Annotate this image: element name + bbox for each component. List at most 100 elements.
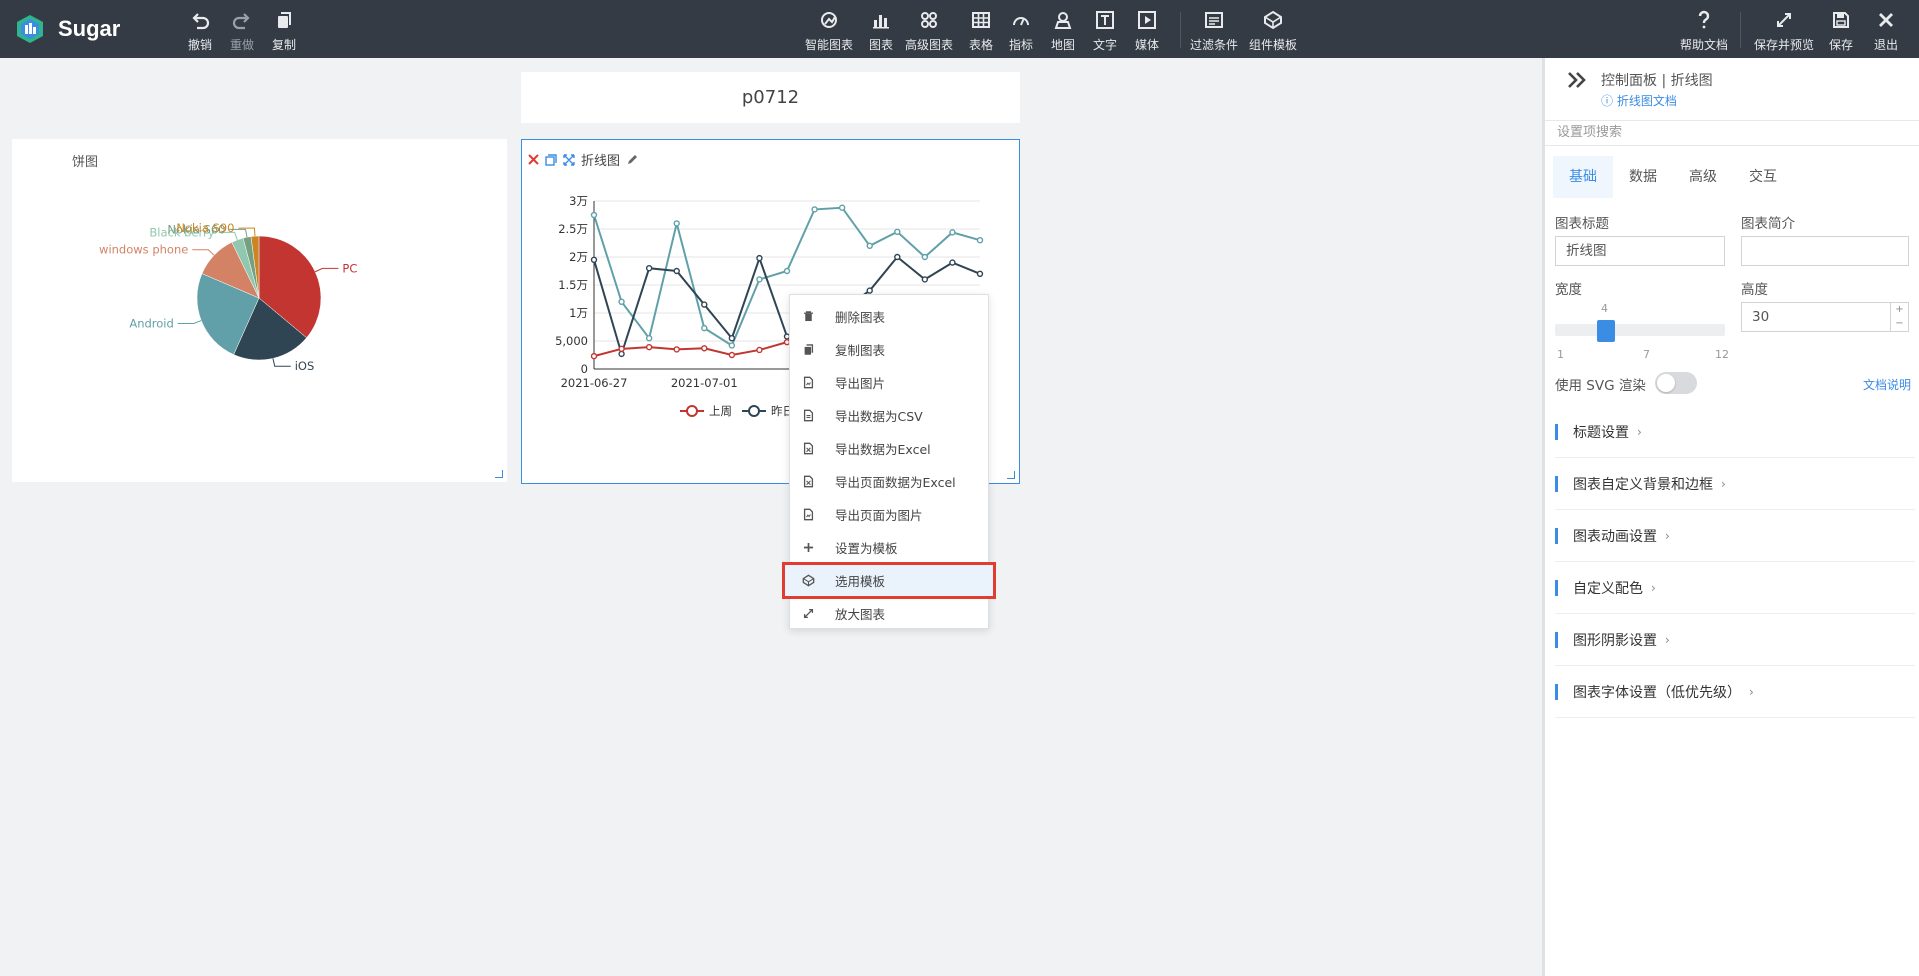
toolbar-save-button[interactable]: 保存 (1829, 10, 1853, 53)
toolbar-copy-button[interactable]: 复制 (272, 10, 296, 53)
line-point[interactable] (618, 350, 625, 358)
app-logo[interactable]: Sugar (14, 13, 120, 45)
line-point[interactable] (783, 267, 791, 275)
line-point[interactable] (976, 236, 984, 244)
toolbar-text-button[interactable]: 文字 (1093, 10, 1117, 53)
line-point[interactable] (811, 206, 818, 213)
legend-item[interactable]: 昨日 (742, 404, 794, 418)
line-point[interactable] (618, 345, 625, 353)
context-menu-item[interactable]: 导出页面数据为Excel (790, 465, 988, 498)
line-point[interactable] (618, 298, 625, 306)
line-point[interactable] (673, 346, 680, 353)
toolbar-bar-chart-button[interactable]: 图表 (869, 10, 893, 53)
context-menu-item[interactable]: 设置为模板 (790, 531, 988, 564)
settings-search-input[interactable]: 设置项搜索 (1545, 120, 1919, 146)
panel-tab[interactable]: 高级 (1673, 156, 1733, 198)
panel-tab[interactable]: 交互 (1733, 156, 1793, 198)
settings-section[interactable]: 标题设置 › (1555, 406, 1915, 458)
line-point[interactable] (645, 264, 653, 272)
toolbar-media-button[interactable]: 媒体 (1135, 10, 1159, 53)
toolbar-smart-chart-button[interactable]: 智能图表 (805, 10, 853, 53)
context-menu-item[interactable]: 导出数据为Excel (790, 432, 988, 465)
toolbar-filter-button[interactable]: 过滤条件 (1190, 10, 1238, 53)
line-point[interactable] (645, 343, 653, 351)
toolbar-help-button[interactable]: 帮助文档 (1680, 10, 1728, 53)
toolbar-expand-button[interactable]: 保存并预览 (1754, 10, 1814, 53)
settings-section[interactable]: 图表自定义背景和边框 › (1555, 458, 1915, 510)
context-menu-item[interactable]: 导出数据为CSV (790, 399, 988, 432)
line-point[interactable] (921, 276, 929, 283)
line-point[interactable] (673, 220, 680, 227)
line-point[interactable] (701, 324, 708, 332)
line-point[interactable] (894, 228, 901, 236)
line-point[interactable] (701, 301, 708, 308)
toolbar-close-button[interactable]: 退出 (1874, 10, 1898, 53)
collapse-panel-icon[interactable] (1565, 68, 1589, 96)
resize-handle[interactable] (495, 470, 503, 478)
context-menu-item[interactable]: 导出页面为图片 (790, 498, 988, 531)
page-title[interactable]: p0712 (521, 72, 1020, 123)
line-point[interactable] (590, 256, 598, 264)
toolbar-advanced-chart-button[interactable]: 高级图表 (905, 10, 953, 53)
line-point[interactable] (756, 276, 763, 283)
line-point[interactable] (756, 254, 763, 262)
redo-icon (232, 10, 252, 36)
line-point[interactable] (728, 351, 736, 359)
context-menu-item[interactable]: 选用模板 (782, 562, 996, 599)
line-point[interactable] (921, 253, 929, 261)
toolbar-redo-button[interactable]: 重做 (230, 10, 254, 53)
csv-file-icon (802, 409, 825, 422)
width-slider-value: 4 (1601, 302, 1608, 315)
legend-item[interactable]: 上周 (680, 404, 732, 418)
panel-tab[interactable]: 数据 (1613, 156, 1673, 198)
toolbar-gauge-button[interactable]: 指标 (1009, 10, 1033, 53)
doc-link[interactable]: ⓘ 折线图文档 (1601, 92, 1677, 109)
line-point[interactable] (728, 342, 736, 349)
line-point[interactable] (976, 270, 984, 278)
expand-icon (1774, 10, 1794, 36)
context-menu-item[interactable]: 删除图表 (790, 300, 988, 333)
height-stepper[interactable]: + − (1891, 302, 1909, 332)
panel-tab[interactable]: 基础 (1553, 156, 1613, 198)
line-point[interactable] (894, 253, 901, 261)
svg-render-toggle[interactable] (1655, 372, 1697, 394)
toolbar-button-label: 保存并预览 (1754, 38, 1815, 52)
line-point[interactable] (949, 259, 956, 266)
toolbar-map-pin-button[interactable]: 地图 (1051, 10, 1075, 53)
context-menu-item[interactable]: 导出图片 (790, 366, 988, 399)
line-point[interactable] (701, 345, 708, 352)
toolbar-template-button[interactable]: 组件模板 (1249, 10, 1297, 53)
width-slider[interactable] (1555, 324, 1725, 336)
line-point[interactable] (949, 229, 956, 236)
width-slider-handle[interactable] (1597, 320, 1615, 342)
settings-section[interactable]: 图形阴影设置 › (1555, 614, 1915, 666)
toolbar-table-button[interactable]: 表格 (969, 10, 993, 53)
line-point[interactable] (673, 267, 680, 275)
line-point[interactable] (590, 352, 598, 360)
toolbar-undo-button[interactable]: 撤销 (188, 10, 212, 53)
toolbar-divider (1180, 12, 1181, 48)
line-point[interactable] (838, 204, 846, 211)
y-tick-label: 0 (581, 362, 588, 376)
y-tick-label: 3万 (569, 194, 588, 208)
context-menu-item[interactable]: 放大图表 (790, 597, 988, 630)
line-point[interactable] (728, 334, 736, 342)
undo-icon (190, 10, 210, 36)
settings-section[interactable]: 自定义配色 › (1555, 562, 1915, 614)
pie-chart-card[interactable]: 饼图 PC iOS Android windows phone Black berry N… (12, 139, 507, 482)
settings-section[interactable]: 图表动画设置 › (1555, 510, 1915, 562)
line-point[interactable] (866, 287, 873, 294)
resize-handle[interactable] (1007, 471, 1015, 479)
height-input[interactable]: 30 (1741, 302, 1891, 332)
toolbar-button-label: 表格 (969, 38, 994, 52)
line-point[interactable] (590, 211, 598, 219)
chart-title-input[interactable]: 折线图 (1555, 236, 1725, 266)
doc-note-link[interactable]: 文档说明 (1863, 376, 1911, 393)
settings-section[interactable]: 图表字体设置（低优先级） › (1555, 666, 1915, 718)
context-menu-item[interactable]: 复制图表 (790, 333, 988, 366)
chart-intro-input[interactable] (1741, 236, 1909, 266)
line-point[interactable] (756, 346, 763, 354)
line-point[interactable] (866, 242, 873, 250)
line-point[interactable] (645, 334, 653, 342)
copy-icon (274, 10, 294, 36)
